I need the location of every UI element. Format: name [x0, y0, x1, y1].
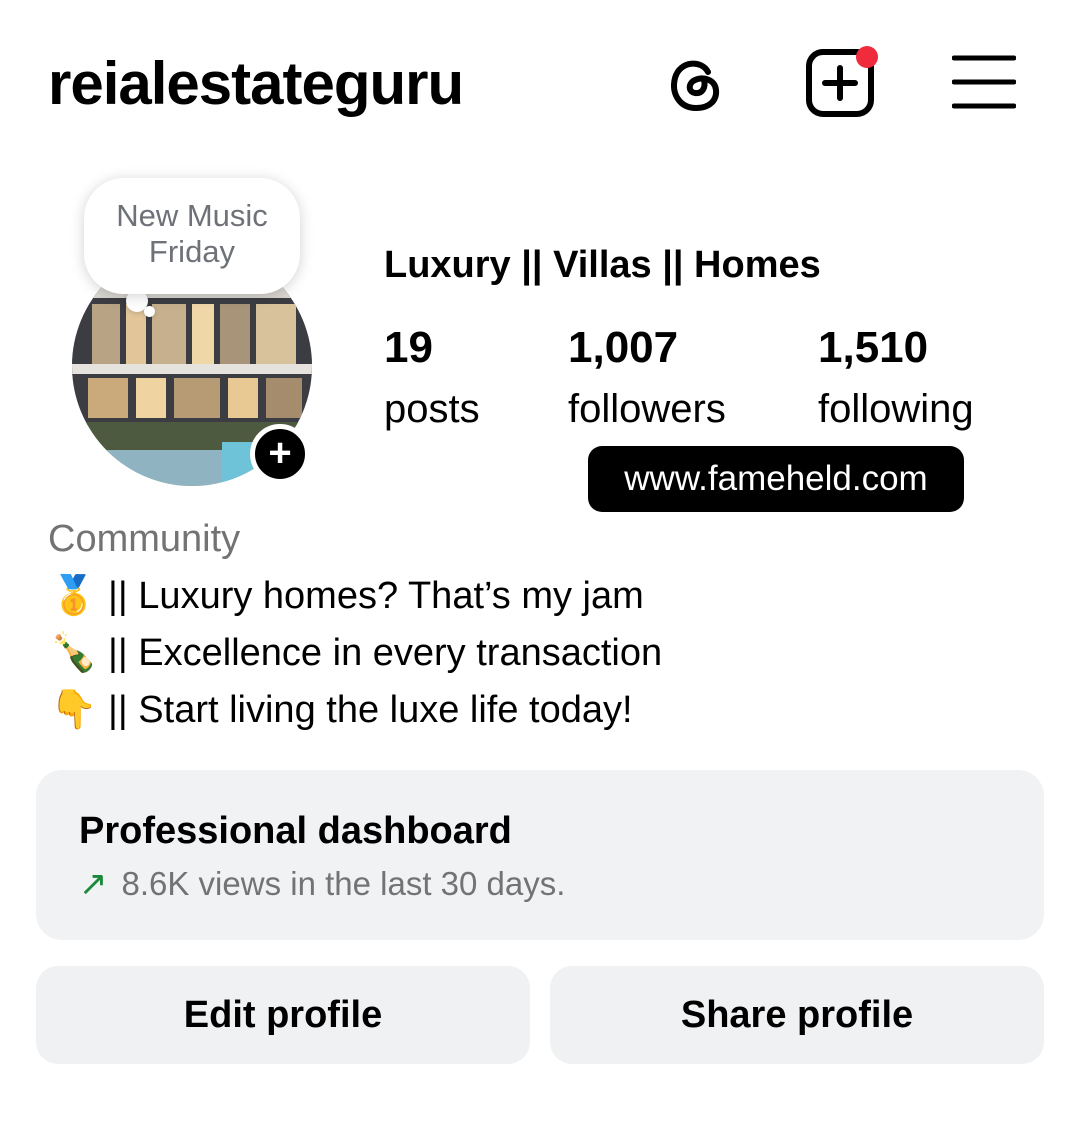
dashboard-subtitle: ↗ 8.6K views in the last 30 days. [79, 862, 1044, 906]
profile-username[interactable]: reialestateguru [48, 44, 464, 124]
posts-count: 19 [384, 323, 433, 372]
followers-label: followers [568, 387, 726, 431]
category-label: Community [48, 518, 241, 560]
share-profile-button[interactable]: Share profile [550, 966, 1044, 1064]
bio-line: 🥇 || Luxury homes? That’s my jam [48, 571, 644, 621]
bio-text: || Excellence in every transaction [108, 632, 663, 674]
following-count: 1,510 [818, 323, 929, 372]
bio-line: 🍾 || Excellence in every transaction [48, 628, 662, 678]
professional-dashboard-card[interactable]: Professional dashboard ↗ 8.6K views in th… [36, 770, 1044, 940]
add-story-button[interactable]: + [250, 424, 310, 484]
note-bubble[interactable]: New Music Friday [84, 178, 300, 294]
following-label: following [818, 387, 974, 431]
dashboard-views-text: 8.6K views in the last 30 days. [121, 865, 566, 902]
display-name: Luxury || Villas || Homes [384, 244, 821, 286]
champagne-icon: 🍾 [50, 632, 98, 674]
following-stat[interactable]: 1,510 following [818, 322, 974, 438]
followers-stat[interactable]: 1,007 followers [568, 322, 726, 438]
bio-text: || Luxury homes? That’s my jam [108, 575, 644, 617]
notification-dot [856, 46, 878, 68]
bio-text: || Start living the luxe life today! [108, 689, 633, 731]
trend-up-arrow-icon: ↗ [79, 865, 108, 903]
edit-profile-button[interactable]: Edit profile [36, 966, 530, 1064]
medal-icon: 🥇 [50, 575, 98, 617]
pointing-down-icon: 👇 [50, 689, 98, 731]
menu-icon[interactable] [951, 54, 1017, 110]
note-bubble-tail-small [144, 306, 155, 317]
followers-count: 1,007 [568, 323, 679, 372]
website-badge: www.fameheld.com [588, 446, 964, 512]
dashboard-title: Professional dashboard [79, 810, 512, 852]
create-post-icon[interactable] [804, 44, 882, 118]
posts-stat[interactable]: 19 posts [384, 322, 480, 438]
bio-line: 👇 || Start living the luxe life today! [48, 685, 633, 735]
threads-icon[interactable] [662, 50, 728, 116]
posts-label: posts [384, 387, 480, 431]
